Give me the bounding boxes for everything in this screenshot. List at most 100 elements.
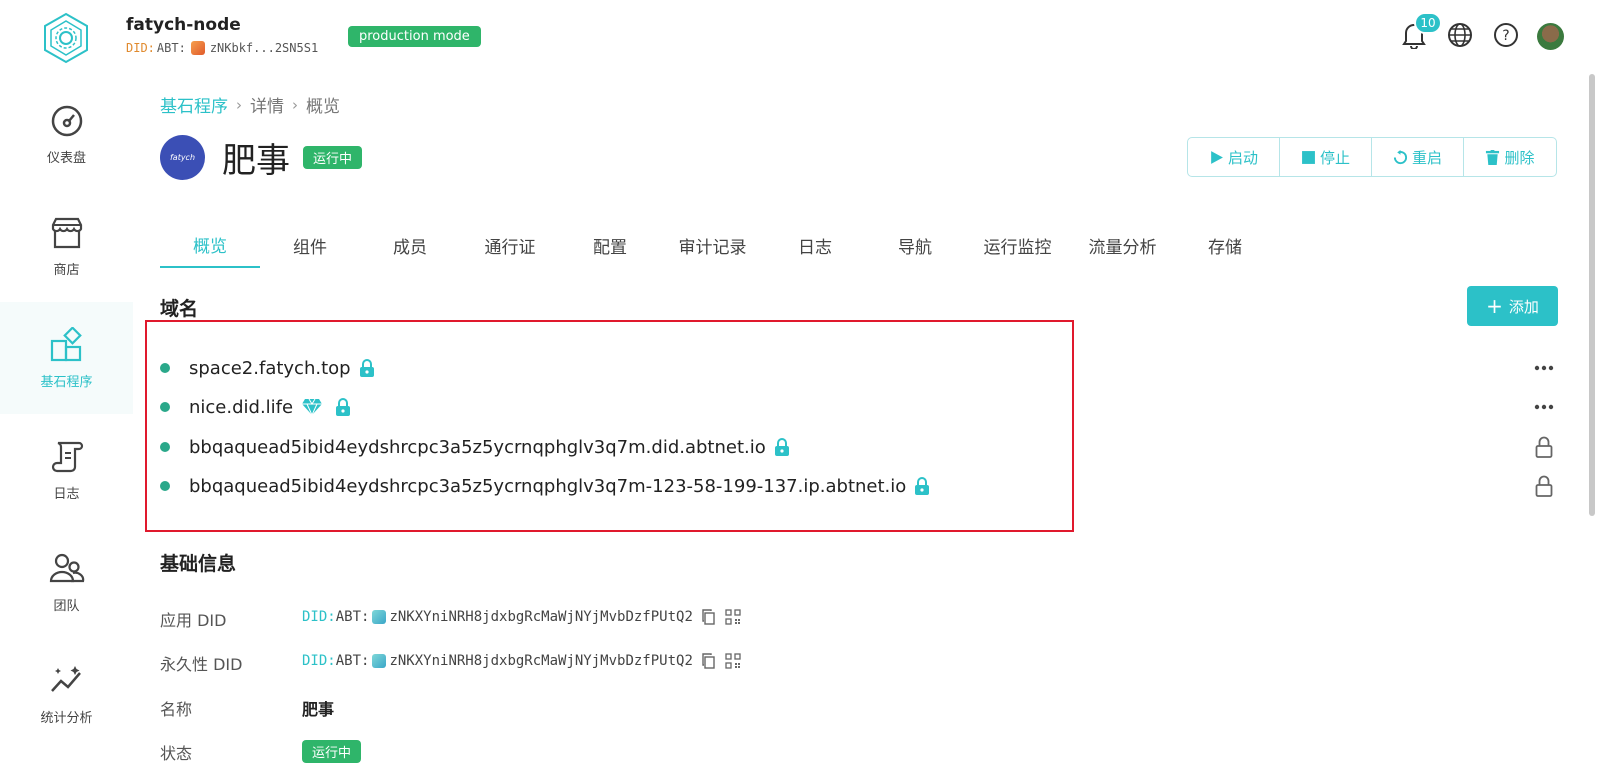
sidebar-item-store[interactable]: 商店 <box>0 190 133 302</box>
did-chain: ABT: <box>335 653 370 669</box>
sidebar-item-label: 团队 <box>53 598 80 614</box>
domains-highlight-box <box>145 320 1074 532</box>
breadcrumb-current: 概览 <box>306 97 340 117</box>
log-icon <box>51 441 83 472</box>
domain-name[interactable]: space2.fatych.top <box>189 358 351 379</box>
status-dot <box>160 442 170 452</box>
breadcrumb-separator: › <box>292 95 298 114</box>
domain-name[interactable]: bbqaquead5ibid4eydshrcpc3a5z5ycrnqphglv3… <box>189 476 906 497</box>
name-label: 名称 <box>160 700 193 719</box>
sidebar-item-blocklets[interactable]: 基石程序 <box>0 302 133 414</box>
play-icon <box>1211 150 1223 164</box>
did-avatar-icon <box>190 41 205 55</box>
did-avatar-icon <box>372 654 387 668</box>
lock-icon <box>359 359 374 377</box>
team-icon <box>49 553 84 582</box>
tab-logs[interactable]: 日志 <box>765 222 865 268</box>
domain-item: bbqaquead5ibid4eydshrcpc3a5z5ycrnqphglv3… <box>160 435 790 459</box>
did-avatar-icon <box>372 610 387 624</box>
app-did-label: 应用 DID <box>160 611 227 630</box>
tab-overview[interactable]: 概览 <box>160 222 260 268</box>
tab-traffic-analytics[interactable]: 流量分析 <box>1070 222 1175 268</box>
locked-icon <box>1532 474 1556 498</box>
basic-info-section-title: 基础信息 <box>160 553 237 575</box>
notification-count-badge: 10 <box>1414 12 1442 34</box>
sidebar-item-logs[interactable]: 日志 <box>0 414 133 526</box>
sidebar-item-analytics[interactable]: 统计分析 <box>0 638 133 750</box>
node-did[interactable]: DID: ABT: zNKbkf...2SN5S1 <box>126 41 318 55</box>
lock-icon <box>336 398 351 416</box>
tab-storage[interactable]: 存储 <box>1175 222 1275 268</box>
more-actions-icon[interactable] <box>1532 356 1556 380</box>
delete-button-label: 删除 <box>1504 148 1535 167</box>
stop-button[interactable]: 停止 <box>1280 138 1372 176</box>
tab-passports[interactable]: 通行证 <box>460 222 560 268</box>
perm-did-text[interactable]: zNKXYniNRH8jdxbgRcMaWjNYjMvbDzfPUtQ2 <box>389 653 692 669</box>
sidebar-item-label: 统计分析 <box>40 710 93 726</box>
trash-icon <box>1486 149 1500 165</box>
node-name: fatych-node <box>126 15 241 35</box>
tab-config[interactable]: 配置 <box>560 222 660 268</box>
status-badge: 运行中 <box>303 146 363 169</box>
app-name-text: 肥事 <box>302 700 335 719</box>
tab-monitoring[interactable]: 运行监控 <box>965 222 1070 268</box>
help-icon[interactable]: ? <box>1491 20 1521 50</box>
domain-name[interactable]: bbqaquead5ibid4eydshrcpc3a5z5ycrnqphglv3… <box>189 437 766 458</box>
globe-icon[interactable] <box>1445 20 1475 50</box>
qrcode-icon[interactable] <box>725 609 741 625</box>
sidebar-item-team[interactable]: 团队 <box>0 526 133 638</box>
scrollbar[interactable] <box>1589 74 1595 516</box>
user-avatar[interactable] <box>1537 23 1564 50</box>
tab-members[interactable]: 成员 <box>360 222 460 268</box>
restart-icon <box>1393 149 1408 164</box>
perm-did-value: DID: ABT: zNKXYniNRH8jdxbgRcMaWjNYjMvbDz… <box>302 653 741 669</box>
tab-audit-log[interactable]: 审计记录 <box>660 222 765 268</box>
sidebar: 仪表盘 商店 基石程序 日志 团队 统计分析 <box>0 78 133 773</box>
blocklet-icon <box>50 326 82 361</box>
did-chain: ABT: <box>156 41 186 55</box>
tab-components[interactable]: 组件 <box>260 222 360 268</box>
diamond-icon <box>302 398 323 416</box>
svg-text:?: ? <box>1502 28 1509 44</box>
tab-bar: 概览 组件 成员 通行证 配置 审计记录 日志 导航 运行监控 流量分析 存储 <box>160 222 1275 268</box>
tab-navigation[interactable]: 导航 <box>865 222 965 268</box>
name-value: 肥事 <box>302 696 334 720</box>
more-actions-icon[interactable] <box>1532 395 1556 419</box>
add-domain-label: 添加 <box>1508 297 1539 316</box>
perm-did-label: 永久性 DID <box>160 655 243 674</box>
app-did-value: DID: ABT: zNKXYniNRH8jdxbgRcMaWjNYjMvbDz… <box>302 609 741 625</box>
start-button-label: 启动 <box>1227 148 1258 167</box>
domain-item: nice.did.life <box>160 395 351 419</box>
gauge-icon <box>51 105 82 136</box>
qrcode-icon[interactable] <box>725 653 741 669</box>
breadcrumb-root-link[interactable]: 基石程序 <box>160 92 228 117</box>
lock-icon <box>774 438 789 456</box>
breadcrumb-detail: 详情 <box>250 97 284 117</box>
store-icon <box>51 217 82 248</box>
did-chain: ABT: <box>335 609 370 625</box>
delete-button[interactable]: 删除 <box>1464 138 1556 176</box>
domains-section-title: 域名 <box>160 298 199 320</box>
action-button-group: 启动 停止 重启 删除 <box>1187 137 1557 177</box>
status-dot <box>160 363 170 373</box>
domain-name[interactable]: nice.did.life <box>189 397 293 418</box>
sidebar-item-dashboard[interactable]: 仪表盘 <box>0 78 133 190</box>
top-bar: fatych-node DID: ABT: zNKbkf...2SN5S1 pr… <box>0 0 1600 70</box>
copy-icon[interactable] <box>701 653 717 669</box>
locked-icon <box>1532 435 1556 459</box>
start-button[interactable]: 启动 <box>1188 138 1280 176</box>
copy-icon[interactable] <box>701 609 717 625</box>
add-domain-button[interactable]: + 添加 <box>1467 286 1558 326</box>
breadcrumb-separator: › <box>236 95 242 114</box>
sidebar-item-label: 商店 <box>53 262 80 278</box>
breadcrumb: 基石程序 › 详情 › 概览 <box>160 92 340 118</box>
sidebar-item-label: 仪表盘 <box>46 150 86 166</box>
domain-item: space2.fatych.top <box>160 356 375 380</box>
did-prefix: DID: <box>126 41 155 55</box>
restart-button[interactable]: 重启 <box>1372 138 1464 176</box>
page-title: 肥事 <box>222 141 290 181</box>
status-dot <box>160 481 170 491</box>
restart-button-label: 重启 <box>1411 148 1442 167</box>
node-logo-icon[interactable] <box>40 12 92 64</box>
app-did-text[interactable]: zNKXYniNRH8jdxbgRcMaWjNYjMvbDzfPUtQ2 <box>389 609 692 625</box>
